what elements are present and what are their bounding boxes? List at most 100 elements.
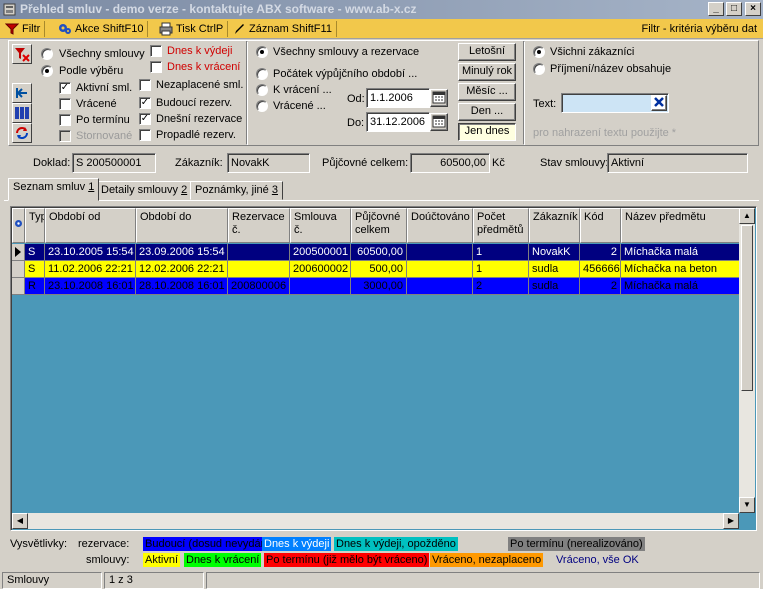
column-header[interactable]: Název předmětu — [621, 208, 745, 243]
all-customers-radio[interactable] — [533, 46, 545, 58]
record-button[interactable]: Záznam ShiftF11 — [229, 21, 337, 37]
scroll-down-button[interactable]: ▼ — [739, 497, 755, 513]
divider — [246, 41, 248, 145]
row-indicator[interactable] — [12, 244, 25, 261]
column-header[interactable]: Půjčovné celkem — [351, 208, 407, 243]
table-cell: Míchačka malá — [621, 278, 745, 295]
row-indicator[interactable] — [12, 278, 25, 295]
table-cell: 456666 — [580, 261, 621, 278]
unpaid-checkbox[interactable] — [139, 79, 151, 91]
state-label: Stav smlouvy: — [540, 157, 609, 169]
clear-text-button[interactable] — [651, 95, 667, 111]
date-from-picker[interactable] — [430, 89, 448, 107]
period-start-radio[interactable] — [256, 68, 268, 80]
contracts-grid[interactable]: Typ Období od Období do Rezervace č. Smlouva… — [10, 206, 757, 531]
close-button[interactable]: × — [745, 2, 761, 16]
refresh-button[interactable] — [12, 123, 32, 143]
selected-contracts-radio[interactable] — [41, 65, 53, 77]
today-res-checkbox[interactable]: ✓ — [139, 113, 151, 125]
expired-res-label: Propadlé rezerv. — [156, 129, 236, 141]
period-all-radio[interactable] — [256, 46, 268, 58]
column-header[interactable]: Zákazník — [529, 208, 580, 243]
status-position: 1 z 3 — [104, 572, 204, 589]
selected-contracts-label: Podle výběru — [59, 65, 124, 77]
first-record-button[interactable] — [12, 83, 32, 103]
scroll-right-button[interactable]: ▶ — [723, 513, 739, 529]
active-contracts-label: Aktivní sml. — [76, 82, 133, 94]
column-header[interactable]: Doúčtováno — [407, 208, 473, 243]
customer-label: Zákazník: — [175, 157, 223, 169]
overdue-checkbox[interactable] — [59, 114, 71, 126]
date-to-picker[interactable] — [430, 113, 448, 131]
day-button[interactable]: Den ... — [458, 103, 516, 121]
maximize-button[interactable]: □ — [726, 2, 742, 16]
columns-button[interactable] — [12, 103, 32, 123]
actions-button[interactable]: Akce ShiftF10 — [55, 21, 149, 37]
cancelled-checkbox[interactable] — [59, 130, 71, 142]
table-cell — [228, 244, 290, 261]
print-button[interactable]: Tisk CtrlP — [156, 21, 229, 37]
date-from-input[interactable]: 1.1.2006 — [366, 88, 430, 108]
table-cell: 2 — [580, 278, 621, 295]
this-year-button[interactable]: Letošní — [458, 43, 516, 61]
divider — [523, 41, 525, 145]
tab-contract-list[interactable]: Seznam smluv 1 — [8, 178, 100, 201]
legend-contracts-label: smlouvy: — [86, 554, 130, 566]
column-header[interactable]: Období do — [136, 208, 228, 243]
table-row[interactable]: S 11.02.2006 22:21 12.02.2006 22:21 2006000… — [12, 261, 745, 278]
name-contains-radio[interactable] — [533, 63, 545, 75]
column-header[interactable]: Období od — [45, 208, 136, 243]
table-cell: 3000,00 — [351, 278, 407, 295]
legend-item: Dnes k výdeji — [262, 537, 332, 551]
table-cell: sudla — [529, 278, 580, 295]
table-cell: 2 — [473, 278, 529, 295]
row-indicator[interactable] — [12, 261, 25, 278]
month-button[interactable]: Měsíc ... — [458, 83, 516, 101]
cancelled-label: Stornované — [76, 130, 133, 142]
wildcard-hint: pro nahrazení textu použijte * — [533, 127, 677, 139]
period-return-radio[interactable] — [256, 84, 268, 96]
returned-checkbox[interactable] — [59, 98, 71, 110]
period-returned-label: Vrácené ... — [273, 100, 326, 112]
legend-item: Po termínu (již mělo být vráceno) — [264, 553, 430, 567]
all-contracts-radio[interactable] — [41, 48, 53, 60]
table-row[interactable]: S 23.10.2005 15:54 23.09.2006 15:54 2005000… — [12, 244, 745, 261]
tab-notes[interactable]: Poznámky, jiné 3 — [190, 181, 283, 200]
column-header[interactable]: Typ — [25, 208, 45, 243]
last-year-button[interactable]: Minulý rok — [458, 63, 516, 81]
column-header[interactable]: Rezervace č. — [228, 208, 290, 243]
filter-button[interactable]: Filtr — [2, 21, 46, 37]
filter-icon — [5, 23, 19, 35]
vertical-scrollbar[interactable]: ▲ ▼ — [739, 208, 755, 513]
today-button[interactable]: Jen dnes — [458, 123, 516, 141]
future-res-label: Budoucí rezerv. — [156, 97, 233, 109]
column-header[interactable]: Kód — [580, 208, 621, 243]
column-header[interactable]: Počet předmětů — [473, 208, 529, 243]
column-header[interactable]: Smlouva č. — [290, 208, 351, 243]
gears-icon — [59, 24, 71, 34]
scroll-thumb[interactable] — [741, 225, 753, 391]
scroll-left-button[interactable]: ◀ — [12, 513, 28, 529]
table-cell: 200500001 — [290, 244, 351, 261]
due-issue-checkbox[interactable] — [150, 45, 162, 57]
table-row[interactable]: R 23.10.2008 16:01 28.10.2008 16:01 2008000… — [12, 278, 745, 295]
printer-icon — [159, 22, 173, 36]
horizontal-scrollbar[interactable]: ◀ ▶ — [12, 513, 739, 529]
expired-res-checkbox[interactable] — [139, 129, 151, 141]
tab-contract-details[interactable]: Detaily smlouvy 2 — [96, 181, 193, 200]
clear-filter-button[interactable] — [12, 44, 32, 64]
future-res-checkbox[interactable]: ✓ — [139, 97, 151, 109]
columns-icon — [15, 107, 29, 119]
scroll-up-button[interactable]: ▲ — [739, 208, 755, 224]
date-to-input[interactable]: 31.12.2006 — [366, 112, 430, 132]
name-contains-label: Příjmení/název obsahuje — [550, 63, 672, 75]
period-returned-radio[interactable] — [256, 100, 268, 112]
doc-field: S 200500001 — [72, 153, 156, 173]
legend-item: Dnes k vrácení — [184, 553, 262, 567]
active-contracts-checkbox[interactable]: ✓ — [59, 82, 71, 94]
minimize-button[interactable]: _ — [708, 2, 724, 16]
clear-filter-icon — [15, 48, 30, 62]
status-module: Smlouvy — [2, 572, 102, 589]
legend-title: Vysvětlivky: — [10, 538, 68, 550]
due-return-checkbox[interactable] — [150, 61, 162, 73]
